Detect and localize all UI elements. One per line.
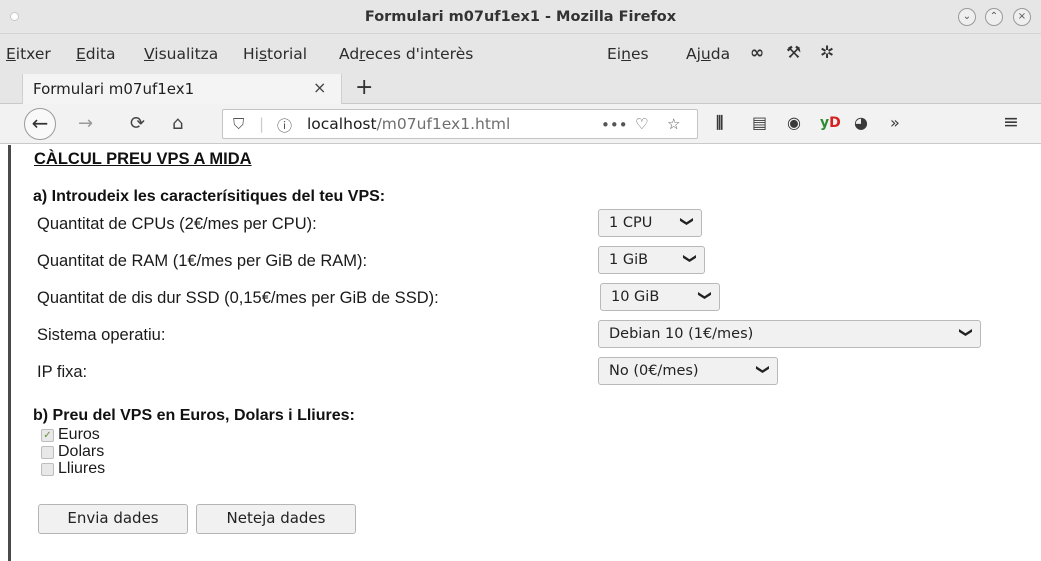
url-text[interactable]: localhost/m07uf1ex1.html: [307, 115, 510, 133]
dolars-label: Dolars: [58, 443, 105, 460]
lliures-label: Lliures: [58, 460, 106, 477]
overflow-menu-icon[interactable]: »: [890, 113, 900, 132]
site-info-icon[interactable]: ⓘ: [277, 115, 292, 136]
maximize-button[interactable]: ⌃: [985, 8, 1003, 26]
minimize-button[interactable]: ⌄: [958, 8, 976, 26]
menu-ajuda[interactable]: Ajuda: [686, 45, 730, 63]
tab-bar: Formulari m07uf1ex1 × +: [0, 74, 1041, 104]
separator: |: [259, 115, 265, 133]
menu-adreces[interactable]: Adreces d'interès: [339, 45, 473, 63]
menu-bar: Eitxer Edita Visualitza Historial Adrece…: [0, 34, 1041, 74]
back-button[interactable]: ←: [24, 108, 56, 140]
menu-eines[interactable]: Eines: [607, 45, 649, 63]
submit-button[interactable]: Envia dades: [38, 504, 188, 534]
os-label: Sistema operatiu:: [37, 326, 166, 344]
section-b-heading: b) Preu del VPS en Euros, Dolars i Lliur…: [33, 407, 355, 424]
chevron-down-icon: ❯: [697, 290, 713, 301]
home-button[interactable]: ⌂: [172, 113, 183, 134]
pocket-icon[interactable]: ♡: [635, 115, 648, 133]
new-tab-button[interactable]: +: [355, 75, 373, 100]
euros-label: Euros: [58, 426, 100, 443]
url-bar[interactable]: ⛉ | ⓘ localhost/m07uf1ex1.html ••• ♡ ☆: [222, 109, 698, 139]
account-icon[interactable]: ◉: [787, 113, 801, 132]
dolars-checkbox[interactable]: [41, 446, 54, 459]
close-tab-icon[interactable]: ×: [313, 78, 326, 97]
navigation-bar: ← → ⟳ ⌂ ⛉ | ⓘ localhost/m07uf1ex1.html •…: [0, 104, 1041, 144]
page-content: CÀLCUL PREU VPS A MIDA a) Introudeix les…: [8, 145, 1041, 561]
ydl-addon-icon[interactable]: yD: [820, 115, 841, 131]
ip-label: IP fixa:: [37, 363, 88, 381]
page-title: CÀLCUL PREU VPS A MIDA: [34, 150, 252, 168]
reset-button[interactable]: Neteja dades: [196, 504, 356, 534]
chevron-down-icon: ❯: [682, 253, 698, 264]
close-window-button[interactable]: ×: [1013, 8, 1031, 26]
page-actions-icon[interactable]: •••: [601, 116, 628, 134]
os-select[interactable]: Debian 10 (1€/mes) ❯: [598, 320, 981, 348]
ram-label: Quantitat de RAM (1€/mes per GiB de RAM)…: [37, 252, 368, 270]
bookmark-star-icon[interactable]: ☆: [667, 115, 680, 133]
forward-button[interactable]: →: [78, 113, 93, 134]
menu-historial[interactable]: Historial: [243, 45, 307, 63]
wrench-icon[interactable]: ⚒: [786, 43, 801, 63]
menu-edita[interactable]: Edita: [76, 45, 116, 63]
tracking-shield-icon[interactable]: ⛉: [233, 115, 244, 133]
library-icon[interactable]: ⫼: [716, 113, 723, 133]
gear-icon[interactable]: ✲: [820, 43, 834, 63]
hamburger-menu-icon[interactable]: ≡: [1003, 111, 1019, 133]
tab-label: Formulari m07uf1ex1: [33, 80, 195, 98]
ip-select[interactable]: No (0€/mes) ❯: [598, 357, 778, 385]
chevron-down-icon: ❯: [679, 216, 695, 227]
ssd-select[interactable]: 10 GiB ❯: [600, 283, 720, 311]
reload-button[interactable]: ⟳: [130, 113, 145, 134]
sidebar-icon[interactable]: ▤: [752, 113, 767, 132]
euros-checkbox[interactable]: ✓: [41, 429, 54, 442]
cpu-select[interactable]: 1 CPU ❯: [598, 209, 702, 237]
window-titlebar: Formulari m07uf1ex1 - Mozilla Firefox ⌄ …: [0, 0, 1041, 34]
tab-formulari[interactable]: Formulari m07uf1ex1 ×: [22, 74, 342, 104]
section-a-heading: a) Introudeix les caracterísitiques del …: [33, 188, 386, 205]
extension-icon[interactable]: ◕: [854, 113, 868, 132]
cpu-label: Quantitat de CPUs (2€/mes per CPU):: [37, 215, 317, 233]
ssd-label: Quantitat de dis dur SSD (0,15€/mes per …: [37, 289, 439, 307]
lliures-checkbox[interactable]: [41, 463, 54, 476]
menu-fitxer[interactable]: Eitxer: [6, 45, 51, 63]
ram-select[interactable]: 1 GiB ❯: [598, 246, 705, 274]
mask-icon[interactable]: ∞: [750, 43, 764, 63]
menu-visualitza[interactable]: Visualitza: [144, 45, 218, 63]
window-title: Formulari m07uf1ex1 - Mozilla Firefox: [364, 9, 677, 25]
chevron-down-icon: ❯: [958, 327, 974, 338]
chevron-down-icon: ❯: [755, 364, 771, 375]
